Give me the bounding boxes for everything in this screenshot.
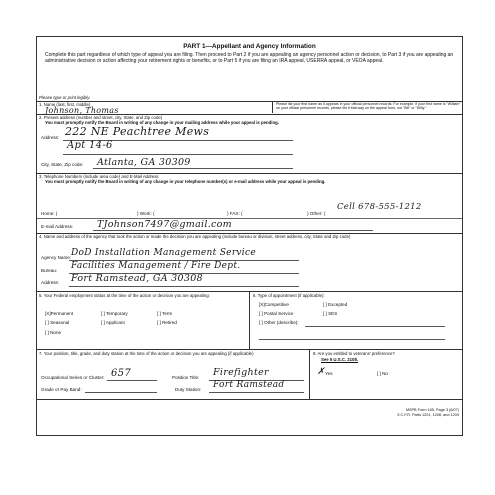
divider — [37, 349, 462, 350]
underline — [69, 286, 299, 287]
agency-address-value[interactable]: Fort Ramstead, GA 30308 — [71, 273, 203, 284]
retired-checkbox[interactable]: [ ] Retired — [157, 320, 177, 325]
appeal-form: PART 1—Appellant and Agency Information … — [36, 36, 463, 436]
name-side-note: Please list your first name as it appear… — [276, 102, 461, 111]
address-line2[interactable]: Apt 14-6 — [67, 140, 113, 151]
agency-section-label: 4. Name and address of the agency that t… — [39, 234, 351, 239]
yes-check-mark: ✗ — [317, 367, 325, 377]
applicant-checkbox[interactable]: [ ] Applicant — [101, 320, 125, 325]
address-label: Address: — [41, 135, 60, 140]
position-title-value[interactable]: Firefighter — [213, 367, 269, 378]
work-phone-label: ) Work: ( — [137, 211, 155, 216]
home-phone-label: Home: ( — [41, 211, 58, 216]
excepted-checkbox[interactable]: [ ] Excepted — [323, 302, 347, 307]
competitive-checkbox[interactable]: [X]Competitive — [259, 302, 289, 307]
underline — [85, 392, 157, 393]
form-number: MSPB Form 185, Page 3 (6/07) — [405, 408, 459, 412]
none-checkbox[interactable]: [ ] None — [45, 330, 61, 335]
type-instruction: Please type or print legibly. — [39, 95, 91, 100]
agency-name-value[interactable]: DoD Installation Management Service — [71, 248, 256, 258]
grade-label: Grade or Pay Band: — [41, 387, 82, 392]
appointment-type-label: 6. Type of appointment (if applicable): — [253, 293, 325, 298]
divider — [272, 101, 273, 113]
temporary-checkbox[interactable]: [ ] Temporary — [101, 311, 128, 316]
seasonal-checkbox[interactable]: [ ] Seasonal — [45, 320, 69, 325]
bureau-value[interactable]: Facilities Management / Fire Dept. — [71, 261, 240, 271]
other-phone-value[interactable]: Cell 678-555-1212 — [337, 202, 422, 212]
veterans-preference-label: 8. Are you entitled to veterans' prefere… — [313, 351, 395, 356]
underline — [259, 339, 445, 340]
underline — [93, 168, 293, 169]
permanent-checkbox[interactable]: [X]Permanent — [45, 311, 73, 316]
email-label: E-mail Address: — [41, 224, 74, 229]
position-section-label: 7. Your position, title, grade, and duty… — [39, 351, 254, 356]
underline — [209, 392, 304, 393]
no-checkbox[interactable]: [ ] No — [377, 371, 388, 376]
veterans-preference-reference: See 5 U.S.C. 2108. — [321, 357, 359, 362]
series-label: Occupational Series or Cluster: — [41, 375, 105, 380]
intro-text: Complete this part regardless of which t… — [45, 52, 454, 65]
series-value[interactable]: 657 — [111, 368, 131, 379]
ses-checkbox[interactable]: [ ] SES — [323, 311, 337, 316]
fax-label: ) FAX: ( — [227, 211, 243, 216]
part-title: PART 1—Appellant and Agency Information — [183, 43, 316, 50]
yes-checkbox[interactable]: Yes — [325, 371, 333, 376]
address-line1[interactable]: 222 NE Peachtree Mews — [65, 125, 209, 138]
divider — [309, 349, 310, 399]
underline — [93, 230, 373, 231]
divider — [37, 399, 462, 400]
cfr-reference: 5 C.F.R. Parts 1201, 1208, and 1209 — [397, 413, 459, 417]
other-appointment-checkbox[interactable]: [ ] Other (describe): — [259, 320, 299, 325]
city-state-zip-label: City, State, Zip code: — [41, 162, 84, 167]
duty-station-label: Duty Station: — [175, 387, 202, 392]
term-checkbox[interactable]: [ ] Term — [157, 311, 172, 316]
agency-name-label: Agency Name: — [41, 255, 72, 260]
duty-station-value[interactable]: Fort Ramstead — [213, 380, 284, 390]
city-state-zip-value[interactable]: Atlanta, GA 30309 — [97, 157, 191, 168]
other-phone-label: ) Other: ( — [307, 211, 326, 216]
divider — [249, 291, 250, 349]
underline — [305, 326, 445, 327]
form-page: PART 1—Appellant and Agency Information … — [0, 0, 495, 495]
employment-status-label: 5. Your Federal employment status at the… — [39, 293, 210, 298]
underline — [107, 380, 157, 381]
postal-service-checkbox[interactable]: [ ] Postal Service — [259, 311, 293, 316]
position-title-label: Position Title: — [172, 375, 200, 380]
agency-address-label: Address: — [41, 280, 60, 285]
email-value[interactable]: TJohnson7497@gmail.com — [97, 219, 232, 230]
bureau-label: Bureau: — [41, 268, 58, 273]
telephone-notice: You must promptly notify the Board in wr… — [45, 179, 326, 184]
underline — [63, 154, 293, 155]
